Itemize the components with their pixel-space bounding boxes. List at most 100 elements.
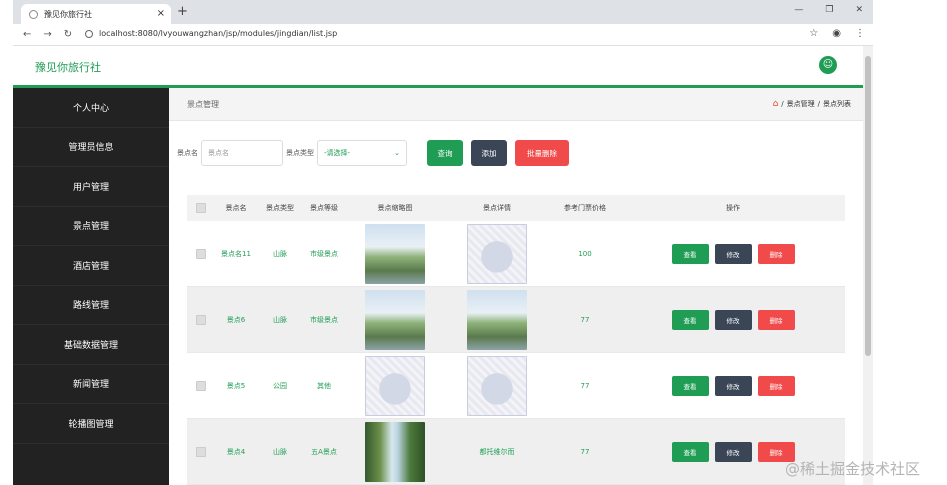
delete-button[interactable]: 删除 [757,309,795,330]
minimize-icon[interactable]: — [794,5,803,15]
forward-icon[interactable]: → [43,29,51,40]
new-tab-button[interactable]: + [177,4,188,19]
header-actions: 操作 [726,204,740,212]
header-price: 参考门票价格 [564,204,606,212]
header-detail: 景点详情 [483,204,511,212]
page-title: 景点管理 [187,100,219,109]
sidebar-item-attractions[interactable]: 景点管理 [13,207,169,246]
attractions-table: 景点名 景点类型 景点等级 景点缩略图 景点详情 参考门票价格 操作 景点名11… [187,195,845,485]
maximize-icon[interactable]: ❐ [825,5,833,15]
url-field[interactable]: localhost:8080/lvyouwangzhan/jsp/modules… [85,29,337,38]
chevron-down-icon: ⌄ [394,149,400,157]
edit-button[interactable]: 修改 [714,441,752,462]
type-select[interactable]: -请选择- ⌄ [317,140,407,166]
vertical-scrollbar[interactable] [863,46,873,485]
type-select-value: -请选择- [324,149,351,157]
type-label: 景点类型 [286,149,314,157]
close-window-icon[interactable]: ✕ [855,5,863,15]
delete-button[interactable]: 删除 [757,243,795,264]
row-checkbox[interactable] [196,314,206,325]
detail-image [467,355,527,416]
row-checkbox[interactable] [196,380,206,391]
app-header: 豫见你旅行社 ☺ [13,46,863,85]
breadcrumb-sep: / [781,100,784,108]
globe-icon [29,9,38,19]
cell-type: 山脉 [273,249,287,258]
view-button[interactable]: 查看 [671,309,709,330]
detail-image [467,289,527,350]
sidebar-item-basic-data[interactable]: 基础数据管理 [13,325,169,365]
search-bar: 景点名 景点名 景点类型 -请选择- ⌄ 查询 添加 批量删除 [177,140,569,166]
edit-button[interactable]: 修改 [714,375,752,396]
sidebar: 个人中心 管理员信息 用户管理 景点管理 酒店管理 路线管理 基础数据管理 新闻… [13,88,169,485]
info-icon[interactable] [85,29,93,38]
cell-name: 景点4 [226,447,246,456]
user-icon[interactable]: ☺ [819,56,837,74]
cell-price: 77 [580,447,590,456]
tab-title: 豫见你旅行社 [44,9,92,19]
brand-title: 豫见你旅行社 [35,61,101,74]
batch-delete-button[interactable]: 批量删除 [515,140,569,166]
sidebar-item-users[interactable]: 用户管理 [13,167,169,207]
name-search-input[interactable]: 景点名 [201,140,283,166]
thumbnail-image [365,421,425,482]
row-checkbox[interactable] [196,446,206,457]
home-icon[interactable]: ⌂ [773,99,779,109]
edit-button[interactable]: 修改 [714,309,752,330]
cell-type: 公园 [273,381,287,390]
thumbnail-image [365,355,425,416]
thumbnail-image [365,223,425,284]
query-button[interactable]: 查询 [427,140,463,166]
tab-strip: 豫见你旅行社 × + — ❐ ✕ [13,0,873,24]
sidebar-item-news[interactable]: 新闻管理 [13,365,169,404]
window-controls: — ❐ ✕ [794,5,863,15]
watermark: @稀土掘金技术社区 [785,460,921,478]
add-button[interactable]: 添加 [471,140,507,166]
table-row: 景点4 山脉 五A景点 都托维尔而 77 查看 修改 删除 [187,419,845,485]
cell-name: 景点5 [226,381,246,390]
edit-button[interactable]: 修改 [714,243,752,264]
star-icon[interactable]: ☆ [809,28,818,39]
breadcrumb-bar: 景点管理 ⌂ / 景点管理 / 景点列表 [169,88,863,121]
sidebar-item-routes[interactable]: 路线管理 [13,286,169,325]
header-thumbnail: 景点缩略图 [377,204,413,212]
cell-level: 市级景点 [310,249,338,258]
main-content: 景点管理 ⌂ / 景点管理 / 景点列表 景点名 景点名 景点类型 -请选择- … [169,88,863,485]
view-button[interactable]: 查看 [671,243,709,264]
cell-price: 77 [580,315,590,324]
select-all-checkbox[interactable] [196,203,206,213]
reload-icon[interactable]: ↻ [64,29,72,40]
browser-window: 豫见你旅行社 × + — ❐ ✕ ← → ↻ localhost:8080/lv… [13,0,873,485]
view-button[interactable]: 查看 [671,441,709,462]
browser-tab[interactable]: 豫见你旅行社 × [21,4,171,24]
name-label: 景点名 [177,149,198,157]
close-tab-icon[interactable]: × [157,8,165,19]
menu-icon[interactable]: ⋮ [855,28,865,39]
cell-level: 市级景点 [310,315,338,324]
view-button[interactable]: 查看 [671,375,709,396]
delete-button[interactable]: 删除 [757,375,795,396]
header-name: 景点名 [225,204,247,212]
sidebar-item-hotels[interactable]: 酒店管理 [13,246,169,286]
row-checkbox[interactable] [196,248,206,259]
table-row: 景点名11 山脉 市级景点 100 查看 修改 删除 [187,221,845,287]
cell-name: 景点名11 [221,249,251,258]
cell-price: 100 [578,249,592,258]
table-row: 景点6 山脉 市级景点 77 查看 修改 删除 [187,287,845,353]
sidebar-item-carousel[interactable]: 轮播图管理 [13,404,169,444]
header-type: 景点类型 [266,204,294,212]
detail-image [467,223,527,284]
sidebar-item-admin[interactable]: 管理员信息 [13,128,169,167]
table-row: 景点5 公园 其他 77 查看 修改 删除 [187,353,845,419]
cell-price: 77 [580,381,590,390]
back-icon[interactable]: ← [23,29,31,40]
cell-type: 山脉 [273,315,287,324]
breadcrumb-item[interactable]: 景点管理 [787,99,815,109]
sidebar-item-profile[interactable]: 个人中心 [13,88,169,128]
breadcrumb-item: 景点列表 [823,100,851,108]
url-text: localhost:8080/lvyouwangzhan/jsp/modules… [99,29,338,38]
scrollbar-thumb[interactable] [865,56,871,356]
account-icon[interactable]: ◉ [832,28,841,39]
thumbnail-image [365,289,425,350]
cell-detail-text: 都托维尔而 [479,447,515,456]
